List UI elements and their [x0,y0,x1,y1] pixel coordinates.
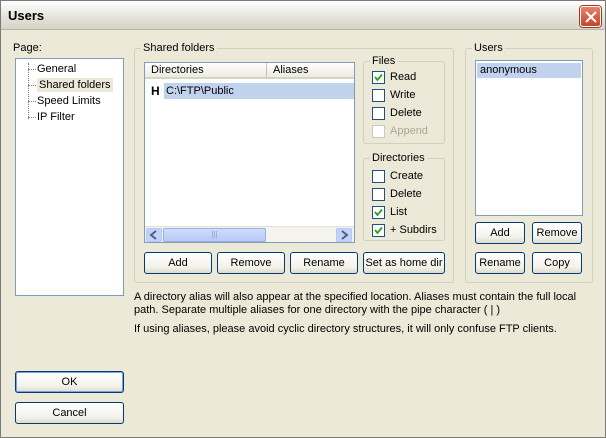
tree-branch [28,69,36,70]
files-read-label: Read [390,71,417,83]
copy-user-button[interactable]: Copy [532,252,582,274]
files-write-label: Write [390,89,416,101]
tree-item-general[interactable]: General [37,62,76,76]
remove-folder-button[interactable]: Remove [217,252,285,274]
column-header-directories[interactable]: Directories [145,63,267,79]
column-header-aliases[interactable]: Aliases [267,63,354,79]
dirs-subdirs-checkbox[interactable] [372,224,385,237]
check-icon [374,226,383,235]
cancel-button[interactable]: Cancel [15,402,124,424]
directories-list[interactable]: Directories Aliases H C:\FTP\Public ||| [144,62,355,243]
horizontal-scrollbar[interactable]: ||| [145,226,354,242]
dirs-subdirs-label: + Subdirs [390,224,437,236]
rename-folder-button[interactable]: Rename [290,252,358,274]
rename-user-button[interactable]: Rename [475,252,525,274]
info-line-3: If using aliases, please avoid cyclic di… [134,323,557,335]
close-icon [585,11,597,23]
tree-item-shared-folders[interactable]: Shared folders [37,78,113,92]
page-tree[interactable]: General Shared folders Speed Limits IP F… [15,58,124,296]
info-line-2: path. Separate multiple aliases for one … [134,304,501,316]
tree-item-ip-filter[interactable]: IP Filter [37,110,75,124]
close-button[interactable] [580,6,601,27]
scroll-thumb[interactable]: ||| [163,228,266,242]
files-append-checkbox [372,125,385,138]
users-list[interactable]: anonymous [475,60,583,216]
check-icon [374,73,383,82]
ok-button[interactable]: OK [15,371,124,393]
remove-user-button[interactable]: Remove [532,222,582,244]
tree-branch [28,101,36,102]
add-user-button[interactable]: Add [475,222,525,244]
home-dir-flag: H [151,84,160,98]
title-bar[interactable]: Users [1,1,605,30]
window-title: Users [8,8,45,23]
scroll-right-button[interactable] [336,228,352,242]
directories-label: Directories [370,152,427,164]
users-dialog: Users Page: General Shared folders Speed… [0,0,606,438]
files-delete-checkbox[interactable] [372,107,385,120]
tree-item-speed-limits[interactable]: Speed Limits [37,94,101,108]
add-folder-button[interactable]: Add [144,252,212,274]
table-row[interactable]: H C:\FTP\Public [146,83,354,99]
alias-info-text: A directory alias will also appear at th… [134,291,594,336]
dirs-list-checkbox[interactable] [372,206,385,219]
set-home-dir-button[interactable]: Set as home dir [363,252,445,274]
info-line-1: A directory alias will also appear at th… [134,291,577,303]
tree-line [28,63,29,119]
shared-folders-label: Shared folders [141,42,217,54]
files-delete-label: Delete [390,107,422,119]
page-label: Page: [13,42,42,54]
directory-cell: C:\FTP\Public [164,83,354,99]
tree-branch [28,117,36,118]
check-icon [374,208,383,217]
arrow-left-icon [149,230,157,240]
arrow-right-icon [341,230,349,240]
dirs-create-label: Create [390,170,424,182]
tree-branch [28,85,36,86]
list-item[interactable]: anonymous [477,63,581,78]
scroll-left-button[interactable] [146,228,162,242]
dirs-list-label: List [390,206,408,218]
users-label: Users [472,42,505,54]
files-append-label: Append [390,125,428,137]
files-label: Files [370,55,398,67]
dirs-delete-checkbox[interactable] [372,188,385,201]
files-read-checkbox[interactable] [372,71,385,84]
files-write-checkbox[interactable] [372,89,385,102]
dirs-create-checkbox[interactable] [372,170,385,183]
dirs-delete-label: Delete [390,188,422,200]
